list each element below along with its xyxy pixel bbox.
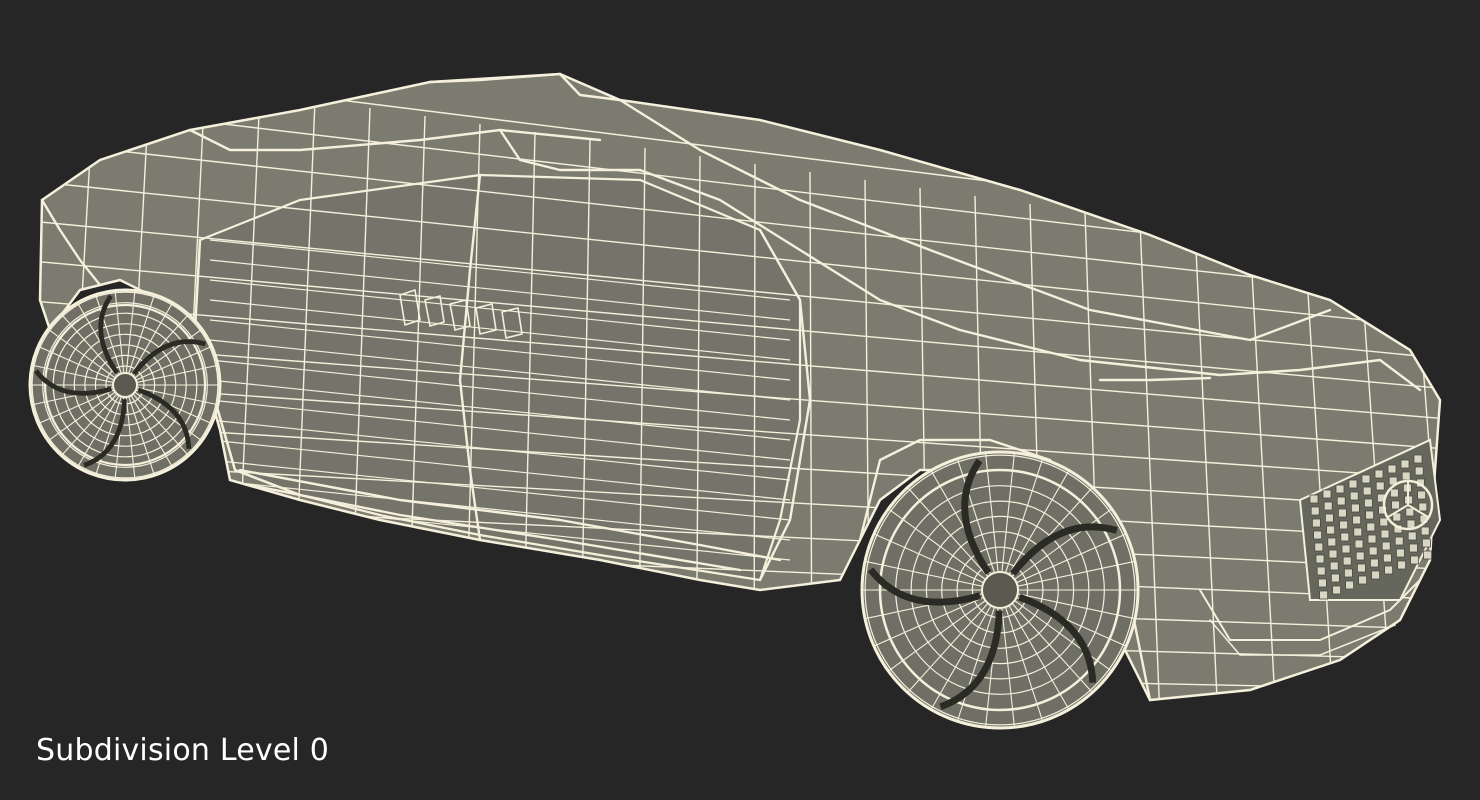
grille-stud — [1423, 550, 1432, 560]
grille-stud — [1417, 490, 1426, 500]
grille-stud — [1420, 526, 1430, 536]
grille-stud — [1342, 556, 1352, 566]
grille-stud — [1364, 498, 1373, 508]
grille-stud — [1336, 496, 1346, 506]
grille-stud — [1319, 590, 1328, 600]
grille-stud — [1391, 500, 1400, 510]
grille-stud — [1405, 507, 1415, 517]
grille-stud — [1357, 563, 1366, 573]
car-wireframe-render — [28, 72, 1442, 730]
grille-stud — [1409, 543, 1418, 553]
grille-stud — [1422, 538, 1431, 548]
front-wheel — [860, 450, 1140, 730]
grille-stud — [1344, 568, 1353, 578]
grille-stud — [1327, 537, 1337, 547]
grille-stud — [1379, 517, 1389, 527]
grille-stud — [1312, 518, 1321, 528]
grille-stud — [1309, 494, 1319, 504]
grille-stud — [1349, 491, 1359, 501]
grille-stud — [1339, 520, 1348, 530]
grille-stud — [1390, 488, 1399, 498]
grille-stud — [1361, 474, 1371, 484]
grille-stud — [1335, 484, 1345, 494]
grille-stud — [1384, 565, 1393, 575]
grille-stud — [1401, 471, 1411, 481]
render-viewport: Subdivision Level 0 — [0, 0, 1480, 800]
grille-stud — [1366, 522, 1376, 532]
grille-stud — [1374, 469, 1384, 479]
grille-stud — [1380, 529, 1390, 539]
grille-stud — [1394, 536, 1404, 546]
grille-stud — [1371, 570, 1380, 580]
grille-stud — [1370, 558, 1379, 568]
grille-stud — [1315, 554, 1325, 564]
grille-stud — [1352, 515, 1361, 525]
grille-stud — [1362, 486, 1372, 496]
grille-stud — [1410, 555, 1419, 565]
grille-stud — [1397, 560, 1406, 570]
grille-stud — [1387, 464, 1397, 474]
grille-stud — [1314, 542, 1324, 552]
grille-stud — [1332, 585, 1341, 595]
grille-stud — [1414, 466, 1424, 476]
grille-stud — [1413, 454, 1423, 464]
grille-stud — [1351, 503, 1360, 513]
grille-stud — [1375, 481, 1385, 491]
grille-stud — [1368, 546, 1378, 556]
grille-stud — [1407, 531, 1417, 541]
body-wire-vertical — [753, 163, 756, 700]
grille-stud — [1345, 580, 1354, 590]
body-wire-horizontal — [40, 699, 1440, 700]
grille-stud — [1313, 530, 1322, 540]
grille-stud — [1341, 544, 1351, 554]
grille-stud — [1316, 566, 1326, 576]
grille-stud — [1358, 575, 1367, 585]
grille-stud — [1396, 548, 1405, 558]
grille-stud — [1318, 578, 1327, 588]
grille-stud — [1331, 573, 1340, 583]
grille-stud — [1365, 510, 1374, 520]
grille-stud — [1338, 508, 1347, 518]
grille-stud — [1381, 541, 1391, 551]
grille-stud — [1310, 506, 1320, 516]
subdivision-level-caption: Subdivision Level 0 — [36, 733, 330, 768]
grille-stud — [1400, 459, 1410, 469]
grille-stud — [1329, 561, 1339, 571]
grille-stud — [1354, 539, 1364, 549]
grille-stud — [1355, 551, 1365, 561]
grille-stud — [1367, 534, 1377, 544]
grille-stud — [1323, 501, 1333, 511]
grille-stud — [1348, 479, 1358, 489]
grille-stud — [1340, 532, 1350, 542]
grille-stud — [1328, 549, 1338, 559]
grille-stud — [1418, 502, 1428, 512]
grille-stud — [1353, 527, 1363, 537]
grille-stud — [1322, 489, 1332, 499]
rear-wheel — [28, 288, 222, 482]
grille-stud — [1383, 553, 1392, 563]
grille-stud — [1325, 513, 1334, 523]
grille-stud — [1326, 525, 1335, 535]
grille-stud — [1406, 519, 1416, 529]
car-side-panel — [193, 173, 802, 582]
